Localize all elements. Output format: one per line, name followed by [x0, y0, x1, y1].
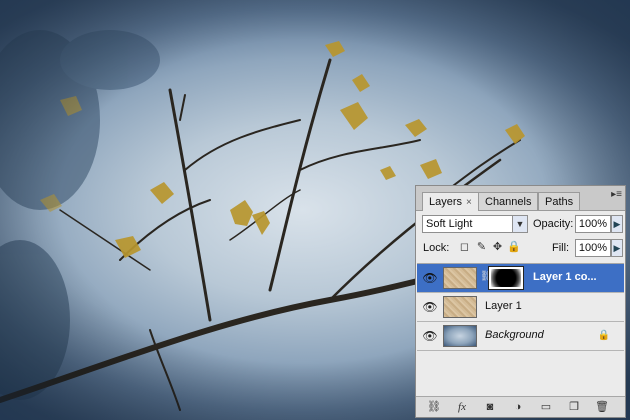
- lock-row: Lock: ◻ ✎ ✥ 🔒 Fill: 100% ▶: [420, 239, 623, 259]
- layer-name: Background: [485, 329, 544, 341]
- opacity-slider-arrow-icon[interactable]: ▶: [611, 215, 623, 233]
- layer-row-background[interactable]: 👁 Background 🔒: [417, 322, 624, 351]
- layer-thumbnail: [443, 267, 477, 289]
- opacity-label: Opacity:: [533, 218, 574, 230]
- add-mask-icon[interactable]: ◙: [482, 400, 498, 414]
- link-layers-icon[interactable]: ⛓: [426, 400, 442, 414]
- blend-mode-select[interactable]: Soft Light ▼: [422, 215, 528, 233]
- blend-row: Soft Light ▼ Opacity: 100% ▶: [420, 215, 623, 235]
- folder-icon[interactable]: ▭: [538, 400, 554, 414]
- chevron-down-icon[interactable]: ▼: [512, 216, 527, 232]
- blend-mode-value: Soft Light: [426, 218, 473, 230]
- tab-layers-label: Layers: [429, 196, 463, 208]
- fx-icon[interactable]: fx: [454, 400, 470, 414]
- layers-panel: Layers × Channels Paths ▸≡ Soft Light ▼ O…: [415, 185, 626, 418]
- panel-menu-icon[interactable]: ▸≡: [611, 190, 622, 200]
- tab-paths[interactable]: Paths: [538, 192, 581, 210]
- lock-brush-icon[interactable]: ✎: [475, 241, 488, 254]
- new-layer-icon[interactable]: ❐: [566, 400, 582, 414]
- fill-label: Fill:: [552, 242, 570, 254]
- lock-label: Lock:: [423, 242, 450, 254]
- lock-move-icon[interactable]: ✥: [491, 241, 504, 254]
- tab-channels-label: Channels: [485, 196, 532, 208]
- layer-row-layer-1-copy[interactable]: 👁 ⛓ Layer 1 co...: [417, 264, 624, 293]
- tab-paths-label: Paths: [545, 196, 574, 208]
- eye-icon[interactable]: 👁: [422, 328, 438, 344]
- layer-mask-thumbnail[interactable]: [488, 266, 524, 290]
- tab-channels[interactable]: Channels: [478, 192, 539, 210]
- lock-icon: 🔒: [597, 330, 610, 341]
- fill-input[interactable]: 100%: [575, 239, 611, 257]
- close-icon[interactable]: ×: [466, 197, 472, 208]
- eye-icon[interactable]: 👁: [422, 299, 438, 315]
- layer-thumbnail: [443, 296, 477, 318]
- panel-footer: ⛓ fx ◙ ◑ ▭ ❐ 🗑: [416, 396, 625, 417]
- lock-all-icon[interactable]: 🔒: [507, 241, 521, 254]
- layers-list: 👁 ⛓ Layer 1 co... 👁 Layer 1 👁 Background…: [417, 263, 624, 392]
- lock-transparent-icon[interactable]: ◻: [458, 241, 471, 254]
- trash-icon[interactable]: 🗑: [594, 400, 610, 414]
- panel-tab-bar: Layers × Channels Paths ▸≡: [416, 186, 625, 211]
- adjustment-layer-icon[interactable]: ◑: [510, 400, 526, 414]
- layer-name: Layer 1: [485, 300, 522, 312]
- layer-thumbnail: [443, 325, 477, 347]
- tab-layers[interactable]: Layers ×: [422, 192, 479, 211]
- eye-icon[interactable]: 👁: [422, 270, 438, 286]
- layer-row-layer-1[interactable]: 👁 Layer 1: [417, 293, 624, 322]
- fill-slider-arrow-icon[interactable]: ▶: [611, 239, 623, 257]
- layer-name: Layer 1 co...: [533, 271, 597, 283]
- opacity-input[interactable]: 100%: [575, 215, 611, 233]
